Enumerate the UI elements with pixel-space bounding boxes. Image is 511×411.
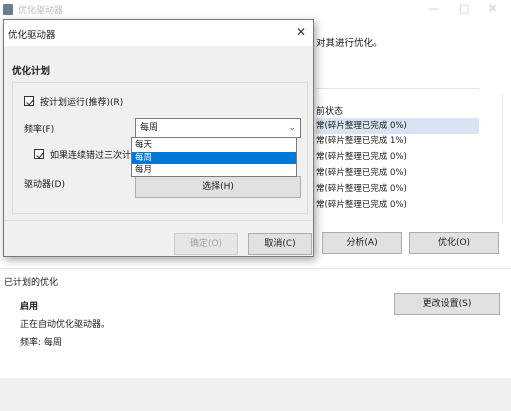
- chevron-down-icon: ⌄: [288, 123, 296, 133]
- scheduled-running-text: 正在自动优化驱动器。: [20, 320, 111, 330]
- list-item[interactable]: 常(碎片整理已完成 1%): [316, 133, 479, 149]
- optimize-button[interactable]: 优化(O): [409, 232, 499, 254]
- list-item[interactable]: 常(碎片整理已完成 0%): [316, 181, 479, 197]
- change-settings-button[interactable]: 更改设置(S): [394, 293, 500, 315]
- minimize-icon[interactable]: —: [428, 2, 439, 16]
- maximize-icon[interactable]: □: [459, 2, 469, 16]
- list-item[interactable]: 常(碎片整理已完成 0%): [316, 149, 479, 165]
- frequency-dropdown-list: 每天 每周 每月: [131, 137, 297, 177]
- missed-runs-label[interactable]: 如果连续错过三次计: [50, 148, 131, 161]
- window-titlebar: 优化驱动器 — □ ✕: [0, 0, 511, 20]
- list-item[interactable]: 常(碎片整理已完成 0%): [316, 197, 479, 213]
- dropdown-option-monthly[interactable]: 每月: [132, 164, 296, 177]
- drive-status-list: 常(碎片整理已完成 0%) 常(碎片整理已完成 1%) 常(碎片整理已完成 0%…: [316, 118, 479, 218]
- dropdown-option-weekly[interactable]: 每周: [132, 151, 296, 164]
- analyze-button[interactable]: 分析(A): [322, 232, 402, 254]
- missed-runs-checkbox[interactable]: [34, 149, 44, 159]
- list-item[interactable]: 常(碎片整理已完成 0%): [316, 165, 479, 181]
- section-title: 优化计划: [12, 66, 51, 77]
- drives-label: 驱动器(D): [24, 180, 65, 190]
- close-icon[interactable]: ✕: [296, 24, 306, 40]
- dropdown-option-daily[interactable]: 每天: [132, 139, 296, 152]
- app-icon: [3, 4, 13, 15]
- select-drives-button[interactable]: 选择(H): [135, 176, 301, 198]
- frequency-label: 频率(F): [24, 125, 55, 135]
- frequency-select-value: 每周: [140, 123, 159, 133]
- scheduled-section-title: 已计划的优化: [4, 278, 59, 288]
- scheduled-state: 启用: [20, 302, 39, 312]
- ok-button[interactable]: 确定(O): [174, 233, 238, 255]
- divider: [0, 268, 511, 269]
- close-icon[interactable]: ✕: [488, 2, 497, 16]
- dialog-title: 优化驱动器: [8, 30, 56, 41]
- window-title: 优化驱动器: [18, 6, 64, 16]
- frequency-select[interactable]: 每周 ⌄: [135, 118, 301, 138]
- footer-bar: [0, 378, 511, 411]
- scheduled-frequency-text: 频率: 每周: [20, 338, 62, 348]
- divider: [316, 88, 479, 89]
- list-item[interactable]: 常(碎片整理已完成 0%): [316, 118, 479, 134]
- schedule-checkbox-label[interactable]: 按计划运行(推荐)(R): [40, 95, 123, 108]
- description-text: 对其进行优化。: [316, 38, 383, 49]
- column-header-status[interactable]: 前状态: [316, 104, 343, 117]
- dialog-titlebar: 优化驱动器 ✕: [4, 20, 313, 46]
- cancel-button[interactable]: 取消(C): [248, 233, 312, 255]
- schedule-checkbox[interactable]: [24, 96, 34, 106]
- divider: [4, 220, 313, 221]
- list-border: [479, 94, 503, 224]
